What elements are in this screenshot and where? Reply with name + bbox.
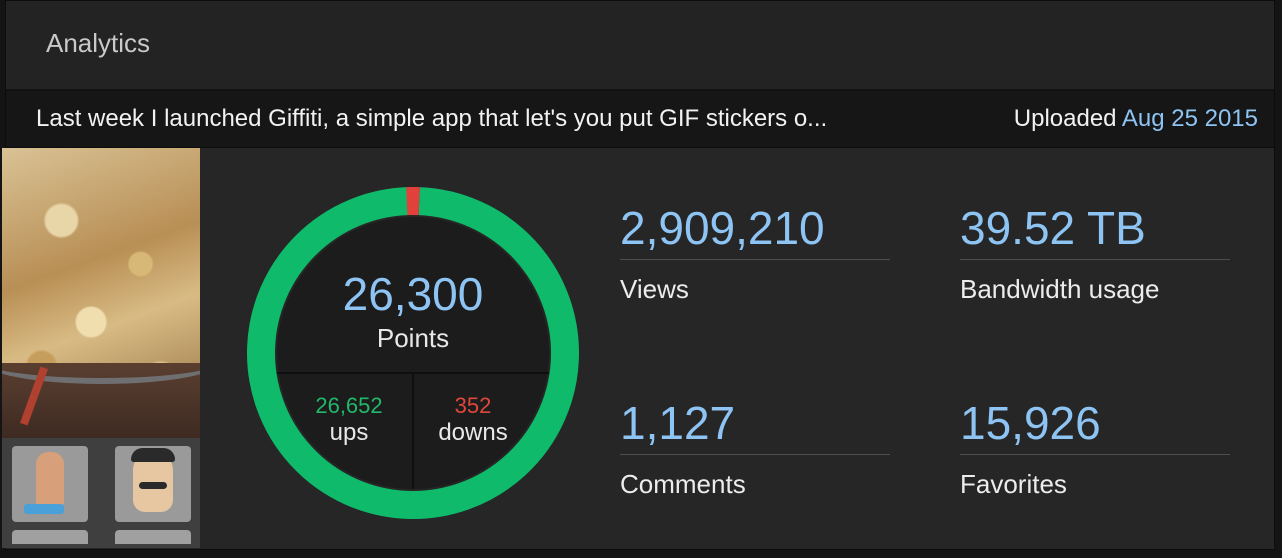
- bandwidth-label: Bandwidth usage: [960, 274, 1160, 304]
- stat-views: 2,909,210 Views: [620, 203, 890, 305]
- stat-favorites: 15,926 Favorites: [960, 398, 1230, 500]
- downs-label: downs: [438, 419, 508, 446]
- sticker-tile-partial: [12, 530, 88, 544]
- figure-base-icon: [24, 504, 64, 514]
- downs-value: 352: [454, 393, 492, 418]
- points-ring: 26,300 Points 26,652 ups 352 downs: [247, 187, 579, 519]
- ups-label: ups: [329, 419, 369, 446]
- comments-label: Comments: [620, 469, 746, 499]
- post-title-link[interactable]: Last week I launched Giffiti, a simple a…: [36, 105, 827, 133]
- ups-value: 26,652: [315, 393, 383, 418]
- stat-comments: 1,127 Comments: [620, 398, 890, 500]
- thumbnail-pan: [2, 338, 200, 384]
- sticker-tile-mustache[interactable]: [115, 446, 191, 522]
- views-label: Views: [620, 274, 689, 304]
- panel-title: Analytics: [46, 28, 151, 58]
- bandwidth-value: 39.52 TB: [960, 203, 1230, 260]
- views-value: 2,909,210: [620, 203, 890, 260]
- points-value: 26,300: [342, 268, 484, 320]
- sticker-tile-partial: [115, 530, 191, 544]
- points-label: Points: [376, 323, 450, 353]
- mustache-icon: [139, 482, 167, 489]
- uploaded-date-link[interactable]: Aug 25 2015: [1122, 105, 1258, 132]
- upload-info: Uploaded Aug 25 2015: [1014, 105, 1258, 133]
- sticker-tile-figure[interactable]: [12, 446, 88, 522]
- hair-icon: [131, 448, 175, 462]
- stat-bandwidth: 39.52 TB Bandwidth usage: [960, 203, 1230, 305]
- figure-sticker-icon: [36, 452, 64, 508]
- thumbnail-column: [2, 148, 200, 548]
- post-info-bar: Last week I launched Giffiti, a simple a…: [6, 91, 1274, 148]
- panel-header: Analytics: [6, 1, 1274, 91]
- uploaded-label: Uploaded: [1013, 105, 1117, 132]
- thumbnail-tiles: [2, 438, 200, 548]
- favorites-value: 15,926: [960, 398, 1230, 455]
- favorites-label: Favorites: [960, 469, 1067, 499]
- comments-value: 1,127: [620, 398, 890, 455]
- post-thumbnail-image[interactable]: [2, 148, 200, 438]
